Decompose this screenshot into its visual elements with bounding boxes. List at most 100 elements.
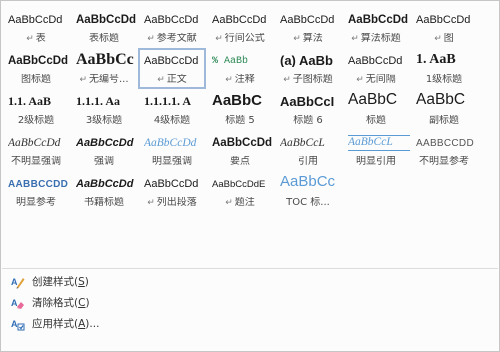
style-preview: AaBbCcDd: [416, 14, 478, 27]
style-label: 书籍标题: [70, 197, 138, 209]
paragraph-mark-icon: ↵: [283, 75, 291, 85]
style-label: 2级标题: [2, 115, 70, 127]
style-preview-text: (a) AaBb: [280, 54, 333, 67]
style-item[interactable]: AaBbCcL 引用: [274, 130, 342, 171]
style-label-text: 列出段落: [156, 197, 197, 208]
style-item[interactable]: AaBbCcDdE ↵ 题注: [206, 171, 274, 212]
svg-text:A: A: [11, 298, 18, 308]
style-item[interactable]: AaBbCcDd ↵ 表: [2, 7, 70, 48]
style-label-text: 无编号...: [89, 74, 129, 85]
menu-item-label-tail: ): [84, 276, 89, 288]
style-item[interactable]: AaBbCcDd 表标题: [70, 7, 138, 48]
style-item[interactable]: AaBbCcDd ↵ 图: [410, 7, 478, 48]
style-item[interactable]: AaBbCcDd 强调: [70, 130, 138, 171]
style-label: 引用: [274, 156, 342, 168]
style-label-text: 明显强调: [152, 156, 192, 167]
style-item[interactable]: 1.1.1. Aa 3级标题: [70, 89, 138, 130]
style-label: ↵ 无间隔: [342, 74, 410, 86]
style-item[interactable]: 1. AaB 1级标题: [410, 48, 478, 89]
style-label: ↵ 表: [2, 33, 70, 45]
style-preview: AaBbCcL: [348, 135, 410, 151]
style-preview: AaBbCcDd: [212, 14, 274, 27]
style-label: ↵ 算法标题: [342, 33, 410, 45]
style-label: 明显引用: [342, 156, 410, 168]
style-item[interactable]: 1.1. AaB 2级标题: [2, 89, 70, 130]
menu-item-accelerator: S: [78, 276, 85, 288]
style-preview-text: 1. AaB: [416, 53, 456, 66]
style-preview-text: AaBbCcDd: [144, 137, 197, 149]
style-item[interactable]: AaBbCcDd ↵ 参考文献: [138, 7, 206, 48]
style-label-text: 要点: [230, 156, 250, 167]
style-preview-text: AABBCCDD: [8, 179, 69, 190]
style-item[interactable]: AaBbCcDd ↵ 算法: [274, 7, 342, 48]
style-preview: AaBbCcDdE: [212, 178, 274, 191]
style-item[interactable]: AaBbC 标题: [342, 89, 410, 130]
style-item[interactable]: AaBbCcDd ↵ 算法标题: [342, 7, 410, 48]
style-label-text: 注释: [234, 74, 255, 85]
paragraph-mark-icon: ↵: [293, 34, 301, 44]
style-preview: % AaBb: [212, 55, 274, 68]
svg-text:A: A: [11, 277, 18, 287]
style-preview: AaBbCcDd: [76, 137, 138, 150]
style-preview-text: AaBbCcL: [280, 137, 325, 149]
style-label-text: 算法: [302, 33, 323, 44]
svg-text:A: A: [11, 319, 18, 329]
style-preview-text: AABBCCDD: [416, 138, 474, 149]
paragraph-mark-icon: ↵: [79, 75, 87, 85]
menu-item-label-tail: ): [85, 297, 90, 309]
style-preview-text: AaBbCcDd: [212, 14, 267, 26]
style-item[interactable]: AaBbC 标题 5: [206, 89, 274, 130]
style-label-text: 正文: [166, 74, 187, 85]
style-preview-text: AaBbCcDd: [416, 14, 471, 26]
style-item[interactable]: AaBbCcDd 书籍标题: [70, 171, 138, 212]
create-style-icon: A: [11, 275, 25, 289]
style-item[interactable]: AaBbCcDd 明显强调: [138, 130, 206, 171]
style-preview: AABBCCDD: [416, 137, 478, 150]
create-style-menu-item[interactable]: A 创建样式(S): [2, 272, 498, 293]
style-item[interactable]: % AaBb ↵ 注释: [206, 48, 274, 89]
style-item[interactable]: AaBbCcDd ↵ 无间隔: [342, 48, 410, 89]
style-label: 标题 6: [274, 115, 342, 127]
clear-format-menu-item[interactable]: A 清除格式(C): [2, 293, 498, 314]
style-preview-text: 1.1. AaB: [8, 95, 52, 108]
style-item[interactable]: AaBbCc TOC 标...: [274, 171, 342, 212]
style-preview-text: AaBbCcDd: [76, 14, 137, 26]
style-item[interactable]: AaBbCcDd 图标题: [2, 48, 70, 89]
style-label-text: 4级标题: [153, 115, 191, 126]
style-preview-text: AaBbCcDd: [144, 55, 199, 67]
style-item[interactable]: AaBbCcDd 不明显强调: [2, 130, 70, 171]
style-preview-text: AaBbCcDd: [76, 137, 134, 149]
style-item[interactable]: AABBCCDD 明显参考: [2, 171, 70, 212]
style-item[interactable]: AaBbCcDd ↵ 行间公式: [206, 7, 274, 48]
style-label: ↵ 算法: [274, 33, 342, 45]
style-item[interactable]: AaBbCcDd ↵ 列出段落: [138, 171, 206, 212]
styles-menu: A 创建样式(S) A 清除格式(C) A 应用样式(A)...: [2, 272, 498, 335]
style-label: 要点: [206, 156, 274, 168]
style-item[interactable]: AaBbCcL 明显引用: [342, 130, 410, 171]
apply-style-menu-item[interactable]: A 应用样式(A)...: [2, 314, 498, 335]
style-item[interactable]: 1.1.1.1. A 4级标题: [138, 89, 206, 130]
style-label-text: 不明显参考: [419, 156, 469, 167]
style-label-text: 无间隔: [365, 74, 396, 85]
style-item[interactable]: AABBCCDD 不明显参考: [410, 130, 478, 171]
style-item[interactable]: AaBbCcDd 要点: [206, 130, 274, 171]
style-preview: 1. AaB: [416, 53, 478, 66]
style-preview-text: AaBbCcDd: [8, 14, 63, 26]
style-preview-text: 1.1.1.1. A: [144, 95, 192, 108]
style-item[interactable]: (a) AaBb ↵ 子图标题: [274, 48, 342, 89]
style-label-text: 子图标题: [292, 74, 333, 85]
style-preview: AaBbCcDd: [76, 14, 138, 27]
style-item[interactable]: AaBbC 副标题: [410, 89, 478, 130]
style-label-text: 明显参考: [16, 197, 56, 208]
style-label: TOC 标...: [274, 197, 342, 209]
style-preview: AaBbCcDd: [8, 137, 70, 150]
style-label-text: 参考文献: [156, 33, 197, 44]
style-item[interactable]: AaBbCcI 标题 6: [274, 89, 342, 130]
style-preview: AaBbCcDd: [8, 55, 70, 68]
style-preview-text: AaBbCcL: [348, 136, 393, 148]
style-item[interactable]: AaBbCcDd ↵ 正文: [138, 48, 206, 89]
style-preview-text: AaBbC: [416, 93, 466, 106]
style-item[interactable]: AaBbCc ↵ 无编号...: [70, 48, 138, 89]
style-preview: AaBbCcI: [280, 95, 342, 108]
paragraph-mark-icon: ↵: [26, 34, 34, 44]
